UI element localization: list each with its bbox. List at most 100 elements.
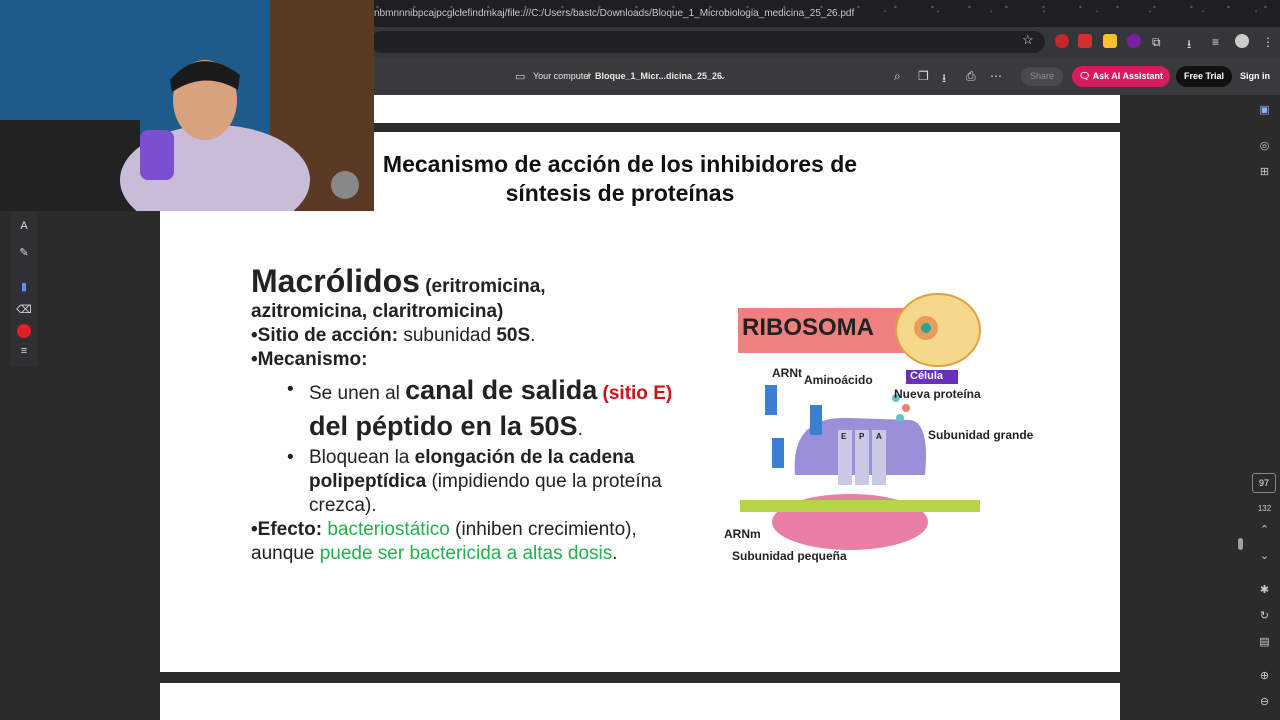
- sign-in-button[interactable]: Sign in: [1240, 71, 1270, 81]
- text-select-icon[interactable]: A: [10, 220, 38, 232]
- print-icon[interactable]: ⎙: [966, 69, 976, 84]
- heading-text: Macrólidos: [251, 263, 420, 299]
- drug-list-1: (eritromicina,: [425, 276, 546, 297]
- macrolides-heading: Macrólidos (eritromicina,: [251, 262, 681, 300]
- media-icon[interactable]: ≡: [1212, 35, 1219, 49]
- ask-ai-label: Ask AI Assistant: [1092, 71, 1163, 81]
- mechanism-bullet-1: • Se unen al canal de salida (sitio E) d…: [251, 374, 681, 446]
- next-page-top: [160, 683, 1120, 720]
- site-value: 50S: [496, 325, 531, 346]
- cell-label: Célula: [910, 370, 944, 382]
- download-icon[interactable]: ⭳: [942, 69, 946, 90]
- effect-line: •Efecto: bacteriostático (inhiben crecim…: [251, 518, 681, 566]
- page-down-icon[interactable]: ⌄: [1249, 549, 1280, 562]
- file-name[interactable]: Bloque_1_Micr...dicina_25_26: [595, 71, 722, 81]
- browser-menu-icon[interactable]: ⋮: [1262, 35, 1274, 49]
- ribosome-figure: RIBOSOMA Célula ARNt Aminoácido Nueva pr…: [720, 290, 1050, 570]
- extension-icon[interactable]: [1055, 34, 1069, 48]
- b1-end: .: [577, 419, 583, 440]
- slide-body: Macrólidos (eritromicina, azitromicina, …: [251, 262, 681, 566]
- b1-big: canal de salida: [405, 375, 598, 405]
- right-rail: ▣ ◎ ⊞ 97 132 ⌃ ⌄ ✱ ↻ ▤ ⊕ ⊖: [1249, 95, 1280, 720]
- b2-pre: Bloquean la: [309, 447, 415, 468]
- new-protein-label: Nueva proteína: [894, 387, 981, 401]
- site-a-label: A: [876, 432, 882, 441]
- small-subunit-label: Subunidad pequeña: [732, 549, 847, 563]
- grid-icon[interactable]: ⊞: [1249, 165, 1280, 178]
- trna-label: ARNt: [772, 366, 802, 380]
- pages-icon[interactable]: ❐: [918, 69, 929, 83]
- color-picker-icon[interactable]: [17, 324, 31, 338]
- scrollbar-track[interactable]: [1237, 95, 1245, 720]
- b1-big2: del péptido en la 50S: [309, 411, 578, 441]
- effect-green-2: puede ser bactericida a altas dosis: [319, 543, 613, 564]
- menu-lines-icon[interactable]: ≡: [10, 345, 38, 357]
- url-field[interactable]: [370, 31, 1045, 53]
- peptide-bead: [902, 404, 910, 412]
- extension-icon[interactable]: [1127, 34, 1141, 48]
- mrna-label: ARNm: [724, 527, 761, 541]
- site-end: .: [530, 325, 536, 346]
- page-up-icon[interactable]: ⌃: [1249, 523, 1280, 536]
- bullet-dot: •: [287, 379, 294, 400]
- b1-pre: Se unen al: [309, 383, 406, 404]
- free-trial-button[interactable]: Free Trial: [1176, 66, 1232, 87]
- search-icon[interactable]: ⌕: [894, 69, 901, 84]
- trna-1: [765, 385, 777, 415]
- download-icon[interactable]: ⭳: [1187, 35, 1191, 56]
- bookmark-star-icon[interactable]: ☆: [1022, 32, 1034, 48]
- eraser-icon[interactable]: ⌫: [10, 303, 38, 316]
- site-p-label: P: [859, 432, 865, 441]
- peptide-bead: [896, 414, 904, 422]
- zoom-in-icon[interactable]: ⊕: [1249, 669, 1280, 682]
- title-line-1: Mecanismo de acción de los inhibidores d…: [382, 151, 858, 177]
- webcam-image: [0, 0, 374, 211]
- effect-end: .: [612, 543, 618, 564]
- ai-panel-icon[interactable]: ▣: [1249, 103, 1280, 116]
- effect-label: •Efecto:: [251, 519, 323, 540]
- ribosome-banner: RIBOSOMA: [742, 314, 874, 341]
- cell-nucleolus: [921, 323, 931, 333]
- mechanism-bullet-2: • Bloquean la elongación de la cadena po…: [251, 446, 681, 518]
- location-label: Your computer: [533, 71, 592, 81]
- more-options-icon[interactable]: ⋯: [990, 69, 1002, 83]
- highlighter-icon[interactable]: ▮: [10, 280, 38, 293]
- refresh-icon[interactable]: ↻: [1249, 609, 1280, 622]
- acrobat-extension-icon[interactable]: [1078, 34, 1092, 48]
- large-subunit-label: Subunidad grande: [928, 428, 1034, 442]
- slide-title: Mecanismo de acción de los inhibidores d…: [360, 150, 880, 208]
- ai-chat-icon: 🗨: [1079, 71, 1093, 81]
- webcam-overlay: [0, 0, 374, 211]
- extension-icon[interactable]: [1103, 34, 1117, 48]
- path-separator: /: [587, 71, 590, 81]
- site-label: •Sitio de acción:: [251, 325, 399, 346]
- mechanism-label: •Mecanismo:: [251, 349, 368, 370]
- ask-ai-assistant-button[interactable]: 🗨 Ask AI Assistant: [1072, 66, 1170, 87]
- trna-2: [810, 405, 822, 435]
- profile-avatar[interactable]: [1235, 34, 1249, 48]
- annotation-toolbar: A ✎ ▮ ⌫ ≡: [10, 212, 38, 367]
- site-of-action: •Sitio de acción: subunidad 50S.: [251, 324, 681, 348]
- site-text: subunidad: [398, 325, 497, 346]
- scrollbar-thumb[interactable]: [1238, 538, 1243, 550]
- extensions-puzzle-icon[interactable]: ⧉: [1152, 35, 1161, 50]
- bullet-dot: •: [287, 447, 294, 468]
- url-text[interactable]: nbmnnnibpcajpcglclefindmkaj/file:///C:/U…: [374, 8, 854, 19]
- computer-icon: ▭: [515, 71, 526, 83]
- rotate-icon[interactable]: ✱: [1249, 583, 1280, 596]
- b1-red: (sitio E): [597, 383, 673, 404]
- zoom-out-icon[interactable]: ⊖: [1249, 695, 1280, 708]
- draw-pen-icon[interactable]: ✎: [10, 246, 38, 259]
- drug-list-2: azitromicina, claritromicina): [251, 301, 504, 322]
- mrna-strand: [740, 500, 980, 512]
- share-button[interactable]: Share: [1021, 67, 1063, 86]
- chevron-down-icon[interactable]: ⌄: [719, 71, 727, 82]
- comment-icon[interactable]: ◎: [1249, 139, 1280, 152]
- document-icon[interactable]: ▤: [1249, 635, 1280, 648]
- trna-3: [772, 438, 784, 468]
- title-line-2: síntesis de proteínas: [505, 180, 735, 206]
- site-e-label: E: [841, 432, 847, 441]
- current-page-input[interactable]: 97: [1252, 473, 1276, 493]
- aminoacid-label: Aminoácido: [804, 373, 873, 387]
- total-pages: 132: [1257, 504, 1272, 513]
